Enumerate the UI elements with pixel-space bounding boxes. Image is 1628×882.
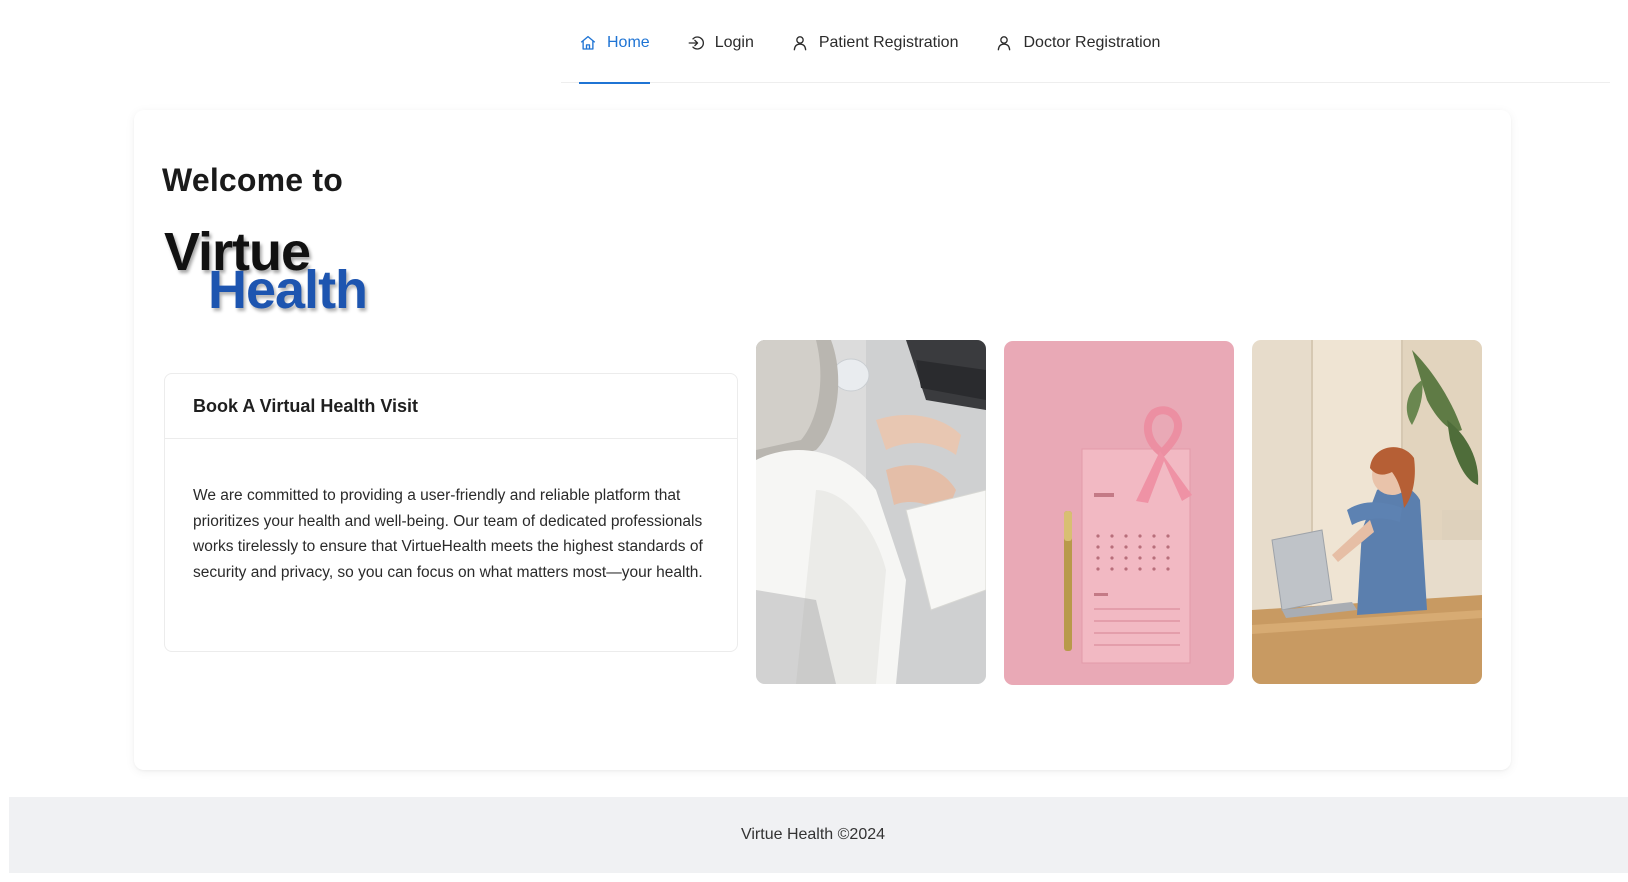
- footer-copyright: Virtue Health ©2024: [740, 826, 886, 843]
- nav-item-label: Patient Registration: [818, 33, 959, 51]
- welcome-heading: Welcome to: [162, 162, 343, 198]
- nav-item-label: Doctor Registration: [1023, 33, 1161, 51]
- main-card: Welcome to Virtue Health Book A Virtual …: [134, 110, 1511, 770]
- footer: Virtue Health ©2024: [9, 797, 1628, 873]
- nav-item-label: Login: [714, 33, 754, 51]
- logo-word-health: Health: [208, 260, 368, 320]
- nav-item-patient-registration[interactable]: Patient Registration: [791, 0, 959, 83]
- nav-item-doctor-registration[interactable]: Doctor Registration: [995, 0, 1160, 83]
- nav-item-login[interactable]: Login: [687, 0, 754, 83]
- nav-item-home[interactable]: Home: [579, 0, 650, 84]
- user-icon: [791, 34, 809, 52]
- user-icon: [995, 34, 1013, 52]
- virtual-visit-card: Book A Virtual Health Visit We are commi…: [164, 373, 738, 652]
- woman-coughing-laptop-image: [1252, 340, 1482, 684]
- nav-item-label: Home: [607, 33, 650, 51]
- pink-ribbon-calendar-image: [1004, 341, 1234, 685]
- virtue-health-logo: Virtue Health: [164, 225, 394, 325]
- elderly-woman-laptop-image: [756, 340, 986, 684]
- home-icon: [579, 34, 597, 52]
- card-title: Book A Virtual Health Visit: [165, 374, 737, 439]
- card-description: We are committed to providing a user-fri…: [193, 487, 703, 581]
- login-icon: [687, 34, 705, 52]
- top-navigation: Home Login Patient Registration Doctor R…: [561, 0, 1610, 84]
